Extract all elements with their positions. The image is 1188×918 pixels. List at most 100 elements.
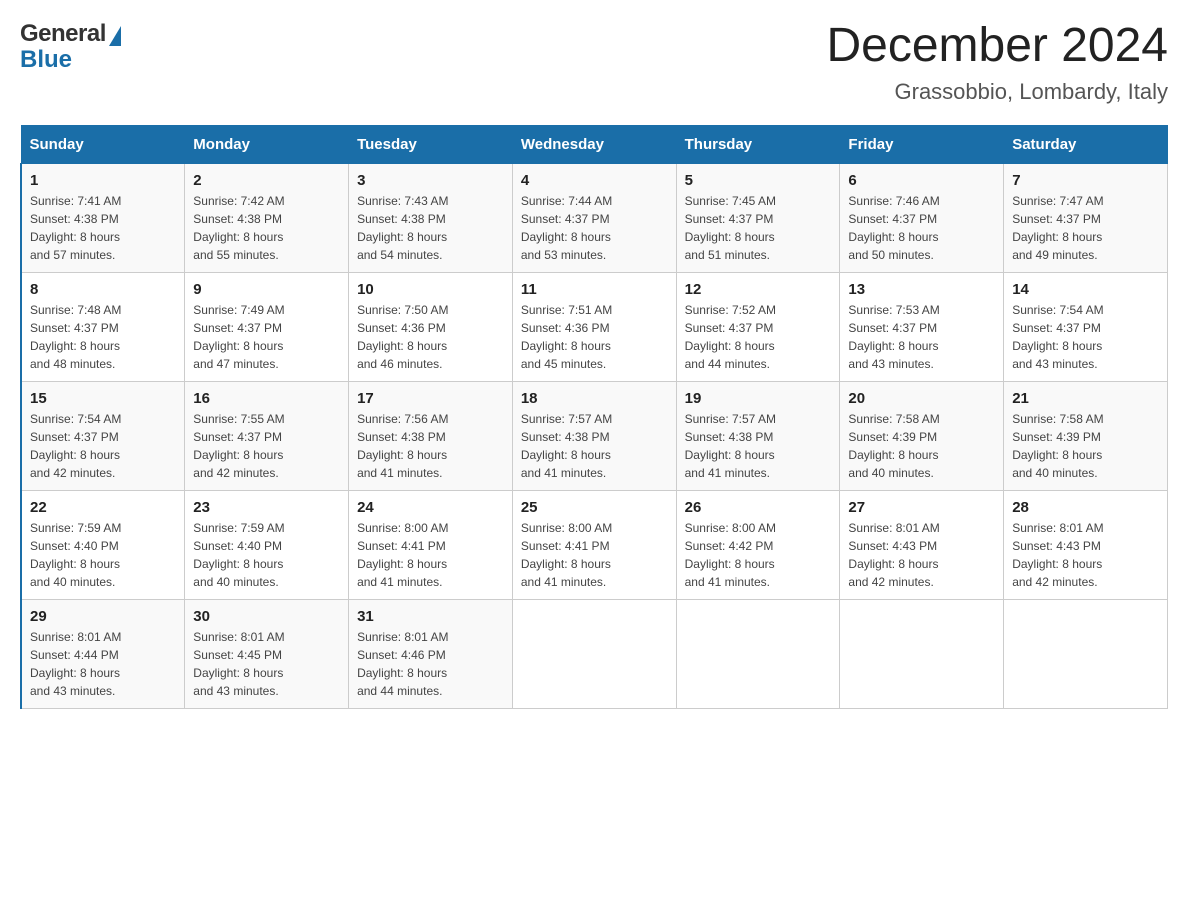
logo-arrow-icon <box>109 26 121 46</box>
day-number: 18 <box>521 390 668 407</box>
day-info: Sunrise: 7:56 AMSunset: 4:38 PMDaylight:… <box>357 412 448 480</box>
location-subtitle: Grassobbio, Lombardy, Italy <box>826 79 1168 105</box>
day-info: Sunrise: 8:01 AMSunset: 4:45 PMDaylight:… <box>193 630 284 698</box>
day-info: Sunrise: 7:44 AMSunset: 4:37 PMDaylight:… <box>521 194 612 262</box>
day-info: Sunrise: 7:45 AMSunset: 4:37 PMDaylight:… <box>685 194 776 262</box>
table-row: 8 Sunrise: 7:48 AMSunset: 4:37 PMDayligh… <box>21 272 185 381</box>
day-info: Sunrise: 7:48 AMSunset: 4:37 PMDaylight:… <box>30 303 121 371</box>
table-row: 7 Sunrise: 7:47 AMSunset: 4:37 PMDayligh… <box>1004 163 1168 272</box>
table-row: 12 Sunrise: 7:52 AMSunset: 4:37 PMDaylig… <box>676 272 840 381</box>
day-info: Sunrise: 7:57 AMSunset: 4:38 PMDaylight:… <box>521 412 612 480</box>
day-number: 6 <box>848 172 995 189</box>
table-row: 29 Sunrise: 8:01 AMSunset: 4:44 PMDaylig… <box>21 599 185 708</box>
page-header: General Blue December 2024 Grassobbio, L… <box>20 20 1168 105</box>
col-tuesday: Tuesday <box>349 125 513 163</box>
day-info: Sunrise: 7:42 AMSunset: 4:38 PMDaylight:… <box>193 194 284 262</box>
title-block: December 2024 Grassobbio, Lombardy, Ital… <box>826 20 1168 105</box>
day-number: 29 <box>30 608 176 625</box>
table-row: 30 Sunrise: 8:01 AMSunset: 4:45 PMDaylig… <box>185 599 349 708</box>
day-info: Sunrise: 7:59 AMSunset: 4:40 PMDaylight:… <box>30 521 121 589</box>
logo-general-text: General <box>20 20 106 48</box>
day-info: Sunrise: 8:00 AMSunset: 4:42 PMDaylight:… <box>685 521 776 589</box>
month-title: December 2024 <box>826 20 1168 73</box>
day-number: 4 <box>521 172 668 189</box>
day-info: Sunrise: 7:50 AMSunset: 4:36 PMDaylight:… <box>357 303 448 371</box>
day-number: 31 <box>357 608 504 625</box>
table-row: 13 Sunrise: 7:53 AMSunset: 4:37 PMDaylig… <box>840 272 1004 381</box>
logo: General Blue <box>20 20 121 74</box>
table-row: 24 Sunrise: 8:00 AMSunset: 4:41 PMDaylig… <box>349 490 513 599</box>
table-row: 6 Sunrise: 7:46 AMSunset: 4:37 PMDayligh… <box>840 163 1004 272</box>
day-info: Sunrise: 8:01 AMSunset: 4:44 PMDaylight:… <box>30 630 121 698</box>
table-row: 18 Sunrise: 7:57 AMSunset: 4:38 PMDaylig… <box>512 381 676 490</box>
day-number: 5 <box>685 172 832 189</box>
table-row: 10 Sunrise: 7:50 AMSunset: 4:36 PMDaylig… <box>349 272 513 381</box>
table-row: 2 Sunrise: 7:42 AMSunset: 4:38 PMDayligh… <box>185 163 349 272</box>
table-row: 16 Sunrise: 7:55 AMSunset: 4:37 PMDaylig… <box>185 381 349 490</box>
table-row: 3 Sunrise: 7:43 AMSunset: 4:38 PMDayligh… <box>349 163 513 272</box>
day-number: 7 <box>1012 172 1159 189</box>
day-number: 25 <box>521 499 668 516</box>
table-row: 28 Sunrise: 8:01 AMSunset: 4:43 PMDaylig… <box>1004 490 1168 599</box>
day-info: Sunrise: 8:00 AMSunset: 4:41 PMDaylight:… <box>357 521 448 589</box>
day-number: 3 <box>357 172 504 189</box>
calendar-week-row: 29 Sunrise: 8:01 AMSunset: 4:44 PMDaylig… <box>21 599 1168 708</box>
table-row <box>1004 599 1168 708</box>
table-row: 1 Sunrise: 7:41 AMSunset: 4:38 PMDayligh… <box>21 163 185 272</box>
day-number: 14 <box>1012 281 1159 298</box>
day-number: 21 <box>1012 390 1159 407</box>
calendar-week-row: 1 Sunrise: 7:41 AMSunset: 4:38 PMDayligh… <box>21 163 1168 272</box>
day-number: 23 <box>193 499 340 516</box>
day-info: Sunrise: 8:00 AMSunset: 4:41 PMDaylight:… <box>521 521 612 589</box>
day-number: 17 <box>357 390 504 407</box>
col-sunday: Sunday <box>21 125 185 163</box>
day-info: Sunrise: 8:01 AMSunset: 4:46 PMDaylight:… <box>357 630 448 698</box>
day-info: Sunrise: 7:57 AMSunset: 4:38 PMDaylight:… <box>685 412 776 480</box>
table-row: 17 Sunrise: 7:56 AMSunset: 4:38 PMDaylig… <box>349 381 513 490</box>
day-info: Sunrise: 7:58 AMSunset: 4:39 PMDaylight:… <box>848 412 939 480</box>
table-row: 14 Sunrise: 7:54 AMSunset: 4:37 PMDaylig… <box>1004 272 1168 381</box>
table-row: 5 Sunrise: 7:45 AMSunset: 4:37 PMDayligh… <box>676 163 840 272</box>
day-info: Sunrise: 7:47 AMSunset: 4:37 PMDaylight:… <box>1012 194 1103 262</box>
day-info: Sunrise: 7:52 AMSunset: 4:37 PMDaylight:… <box>685 303 776 371</box>
day-info: Sunrise: 8:01 AMSunset: 4:43 PMDaylight:… <box>1012 521 1103 589</box>
table-row: 23 Sunrise: 7:59 AMSunset: 4:40 PMDaylig… <box>185 490 349 599</box>
day-number: 11 <box>521 281 668 298</box>
day-info: Sunrise: 7:51 AMSunset: 4:36 PMDaylight:… <box>521 303 612 371</box>
day-number: 22 <box>30 499 176 516</box>
day-number: 8 <box>30 281 176 298</box>
day-info: Sunrise: 7:54 AMSunset: 4:37 PMDaylight:… <box>1012 303 1103 371</box>
day-info: Sunrise: 7:59 AMSunset: 4:40 PMDaylight:… <box>193 521 284 589</box>
table-row: 22 Sunrise: 7:59 AMSunset: 4:40 PMDaylig… <box>21 490 185 599</box>
calendar-table: Sunday Monday Tuesday Wednesday Thursday… <box>20 125 1168 709</box>
day-number: 30 <box>193 608 340 625</box>
day-number: 16 <box>193 390 340 407</box>
day-number: 15 <box>30 390 176 407</box>
day-number: 10 <box>357 281 504 298</box>
table-row <box>512 599 676 708</box>
col-wednesday: Wednesday <box>512 125 676 163</box>
table-row: 19 Sunrise: 7:57 AMSunset: 4:38 PMDaylig… <box>676 381 840 490</box>
calendar-week-row: 15 Sunrise: 7:54 AMSunset: 4:37 PMDaylig… <box>21 381 1168 490</box>
table-row: 26 Sunrise: 8:00 AMSunset: 4:42 PMDaylig… <box>676 490 840 599</box>
col-saturday: Saturday <box>1004 125 1168 163</box>
table-row: 4 Sunrise: 7:44 AMSunset: 4:37 PMDayligh… <box>512 163 676 272</box>
day-number: 9 <box>193 281 340 298</box>
day-number: 19 <box>685 390 832 407</box>
day-number: 28 <box>1012 499 1159 516</box>
table-row: 21 Sunrise: 7:58 AMSunset: 4:39 PMDaylig… <box>1004 381 1168 490</box>
table-row: 15 Sunrise: 7:54 AMSunset: 4:37 PMDaylig… <box>21 381 185 490</box>
day-number: 27 <box>848 499 995 516</box>
calendar-header-row: Sunday Monday Tuesday Wednesday Thursday… <box>21 125 1168 163</box>
day-info: Sunrise: 7:54 AMSunset: 4:37 PMDaylight:… <box>30 412 121 480</box>
day-info: Sunrise: 7:41 AMSunset: 4:38 PMDaylight:… <box>30 194 121 262</box>
table-row <box>840 599 1004 708</box>
col-thursday: Thursday <box>676 125 840 163</box>
day-info: Sunrise: 7:46 AMSunset: 4:37 PMDaylight:… <box>848 194 939 262</box>
day-info: Sunrise: 7:55 AMSunset: 4:37 PMDaylight:… <box>193 412 284 480</box>
table-row: 27 Sunrise: 8:01 AMSunset: 4:43 PMDaylig… <box>840 490 1004 599</box>
table-row: 31 Sunrise: 8:01 AMSunset: 4:46 PMDaylig… <box>349 599 513 708</box>
day-number: 26 <box>685 499 832 516</box>
day-number: 20 <box>848 390 995 407</box>
table-row <box>676 599 840 708</box>
